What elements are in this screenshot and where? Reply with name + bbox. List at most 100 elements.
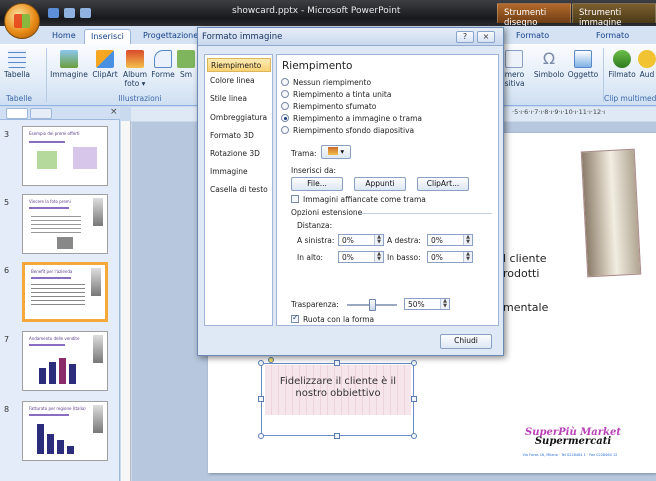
spinner-arrows-icon[interactable]: ▲ ▼ [374,252,383,262]
spinner-arrows-icon[interactable]: ▲ ▼ [440,299,449,309]
filmato-button[interactable]: Filmato [607,50,637,92]
album-foto-button[interactable]: Album foto ▾ [121,50,149,92]
audio-button[interactable]: Aud [638,50,656,92]
tab-inserisci[interactable]: Inserisci [84,29,131,44]
tabella-label: Tabella [3,70,31,79]
nav-colore-linea[interactable]: Colore linea [207,74,271,88]
forme-label: Forme [151,70,175,79]
thumbnail-rule [29,207,69,209]
spinner-value: 50% [408,300,425,309]
resize-handle[interactable] [411,433,417,439]
immagine-button[interactable]: Immagine [50,50,88,92]
spinner-arrows-icon[interactable]: ▲ ▼ [374,235,383,245]
spinner-arrows-icon[interactable]: ▲ ▼ [463,235,472,245]
radio-sfondo-diapositiva[interactable]: Riempimento sfondo diapositiva [281,126,414,136]
tab-formato-disegno[interactable]: Formato [510,29,555,44]
smartart-button[interactable]: Sm [177,50,195,92]
slide-thumbnail-selected[interactable]: Benefit per l'azienda [22,262,108,322]
slide-number: 6 [4,266,10,275]
outline-tab[interactable] [30,108,52,119]
group-label-clip: Clip multimed [604,94,656,103]
help-button[interactable]: ? [456,31,474,43]
slide-text-fragment[interactable]: mentale [503,301,548,314]
resize-handle[interactable] [411,396,417,402]
audio-label: Aud [639,70,655,79]
alto-spinner[interactable]: 0% ▲ ▼ [338,251,384,263]
radio-tinta-unita[interactable]: Riempimento a tinta unita [281,90,391,100]
office-button[interactable] [4,3,40,39]
save-icon[interactable] [48,8,59,18]
trasparenza-spinner[interactable]: 50% ▲ ▼ [404,298,450,310]
context-tab-drawing-tools[interactable]: Strumenti disegno [497,3,571,28]
file-button[interactable]: File... [291,177,343,191]
dialog-close-button[interactable]: ⨯ [477,31,495,43]
nav-immagine[interactable]: Immagine [207,165,271,179]
destra-spinner[interactable]: 0% ▲ ▼ [427,234,473,246]
dialog-title-bar[interactable]: Formato immagine ? ⨯ [198,28,503,46]
thumbnail-picture [93,198,103,226]
trasparenza-slider-thumb[interactable] [368,299,376,311]
oggetto-label: Oggetto [567,70,599,79]
nav-riempimento[interactable]: Riempimento [207,58,271,72]
radio-immagine-trama[interactable]: Riempimento a immagine o trama [281,114,422,124]
resize-handle[interactable] [411,360,417,366]
radio-indicator [281,78,289,86]
resize-handle[interactable] [334,360,340,366]
oggetto-button[interactable]: Oggetto [566,50,600,92]
checkbox-immagini-affiancate[interactable]: Immagini affiancate come trama [291,195,426,205]
radio-sfumato[interactable]: Riempimento sfumato [281,102,376,112]
tab-formato-immagine[interactable]: Formato [590,29,635,44]
slide-number-icon [505,50,523,68]
spinner-value: 0% [431,236,443,245]
redo-icon[interactable] [80,8,91,18]
rotation-handle[interactable] [268,357,274,363]
slide-text-fragment[interactable]: l cliente [503,252,547,265]
simbolo-button[interactable]: Ω Simbolo [533,50,565,92]
resize-handle[interactable] [334,433,340,439]
numero-diapositiva-button[interactable]: umero ositiva [500,50,528,92]
radio-indicator [281,102,289,110]
trama-dropdown[interactable]: ▾ [321,145,351,159]
checkbox-label: Immagini affiancate come trama [303,195,426,204]
resize-handle[interactable] [258,433,264,439]
context-tab-picture-tools[interactable]: Strumenti immagine [572,3,656,28]
tab-progettazione[interactable]: Progettazione [137,29,204,44]
nav-casella-di-testo[interactable]: Casella di testo [207,183,271,197]
undo-icon[interactable] [64,8,75,18]
slide-thumbnail[interactable]: Esempio dei premi offerti [22,126,108,186]
radio-nessun-riempimento[interactable]: Nessun riempimento [281,78,371,88]
forme-button[interactable]: Forme [150,50,176,92]
slide-thumbnail[interactable]: Vincere la foto premi [22,194,108,254]
slide-thumbnail[interactable]: Fatturato per regione (Italia) [22,401,108,461]
slides-tab[interactable] [6,108,28,119]
tabella-button[interactable]: Tabella [2,50,32,92]
resize-handle[interactable] [258,396,264,402]
slide-text-fragment[interactable]: rodotti [503,267,539,280]
nav-formato-3d[interactable]: Formato 3D [207,129,271,143]
tab-home[interactable]: Home [46,29,82,44]
trasparenza-slider-track[interactable] [347,299,397,311]
basso-spinner[interactable]: 0% ▲ ▼ [427,251,473,263]
chiudi-button[interactable]: Chiudi [440,334,492,349]
appunti-button[interactable]: Appunti [354,177,406,191]
clipart-button[interactable]: ClipArt [90,50,120,92]
slide-thumbnail[interactable]: Andamento delle vendite [22,331,108,391]
textbox-text[interactable]: Fidelizzare il cliente è il nostro obbie… [268,376,408,400]
clipart-dialog-button[interactable]: ClipArt... [417,177,469,191]
nav-rotazione-3d[interactable]: Rotazione 3D [207,147,271,161]
spinner-arrows-icon[interactable]: ▲ ▼ [463,252,472,262]
nav-stile-linea[interactable]: Stile linea [207,92,271,106]
supermarket-photo[interactable] [580,148,642,278]
nav-ombreggiatura[interactable]: Ombreggiatura [207,111,271,125]
close-icon[interactable]: × [110,107,118,117]
destra-label: A destra: [387,236,421,245]
table-icon [8,50,26,68]
resize-handle[interactable] [258,360,264,366]
sinistra-spinner[interactable]: 0% ▲ ▼ [338,234,384,246]
slide-number: 7 [4,335,10,344]
brand-subtitle: Supermercati [534,436,612,447]
thumbnail-bar [37,424,44,454]
checkbox-ruota-con-forma[interactable]: Ruota con la forma [291,313,374,325]
ruler-ticks: ·5·ı·6·ı·7·ı·8·ı·9·ı·10·ı·11·ı·12·ı [512,108,605,116]
thumbnail-title: Esempio dei premi offerti [29,131,80,136]
